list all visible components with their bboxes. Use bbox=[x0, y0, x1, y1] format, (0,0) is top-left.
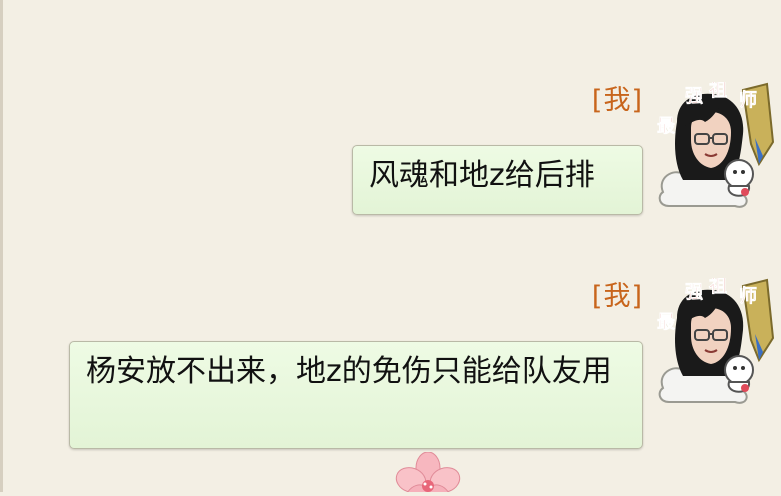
badge-char: 师 bbox=[739, 286, 757, 307]
chat-message-list[interactable]: [我] 风魂和地z给后排 强 祖 师 最 [我] 杨安放不出来，地z的免伤只能给… bbox=[3, 0, 781, 496]
chat-message: [我] 杨安放不出来，地z的免伤只能给队友用 强 祖 师 最 bbox=[3, 0, 781, 460]
badge-char: 最 bbox=[657, 312, 675, 333]
sender-name: [我] bbox=[591, 281, 643, 312]
badge-char: 强 bbox=[685, 282, 703, 303]
sticker-avatar-icon[interactable]: 强 祖 师 最 bbox=[655, 275, 775, 406]
badge-char: 祖 bbox=[709, 278, 727, 297]
message-bubble[interactable]: 杨安放不出来，地z的免伤只能给队友用 bbox=[69, 341, 643, 449]
flower-icon bbox=[388, 451, 468, 496]
message-text: 杨安放不出来，地z的免伤只能给队友用 bbox=[86, 354, 612, 389]
